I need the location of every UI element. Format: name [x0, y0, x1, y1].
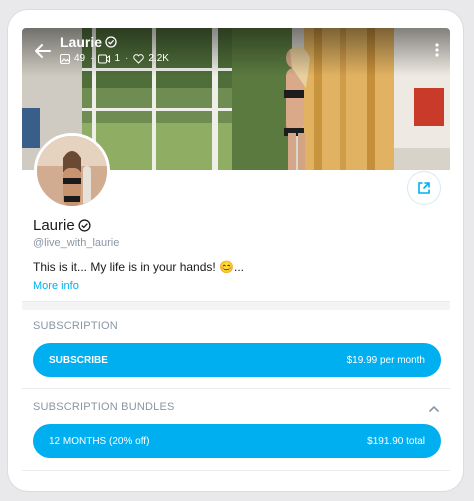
bundle-button[interactable]: 12 MONTHS (20% off) $191.90 total — [33, 424, 441, 458]
more-options-button[interactable] — [430, 40, 444, 60]
more-info-link[interactable]: More info — [33, 280, 79, 292]
video-icon — [98, 54, 111, 63]
likes-count: 2.2K — [148, 53, 169, 64]
photos-stat: 49 — [60, 53, 85, 64]
back-button[interactable] — [32, 40, 54, 62]
section-divider — [22, 470, 450, 471]
stat-separator: · — [90, 53, 94, 64]
profile-bio: This is it... My life is in your hands! … — [33, 260, 245, 274]
subscribe-label: SUBSCRIBE — [49, 354, 108, 366]
photos-count: 49 — [74, 53, 86, 64]
section-divider — [22, 388, 450, 389]
subscription-title: SUBSCRIPTION — [33, 320, 118, 332]
stat-separator: · — [125, 53, 129, 64]
profile-name-text: Laurie — [33, 217, 75, 234]
bundle-price: $191.90 total — [367, 435, 425, 447]
avatar[interactable] — [34, 133, 110, 209]
verified-icon — [78, 219, 91, 232]
chevron-up-icon — [429, 405, 439, 412]
heart-icon — [133, 53, 145, 64]
profile-name: Laurie — [33, 217, 91, 234]
subscribe-button[interactable]: SUBSCRIBE $19.99 per month — [33, 343, 441, 377]
more-vertical-icon — [435, 43, 439, 57]
profile-card: Laurie 49 · 1 · 2.2K Laurie @live_with_l… — [8, 10, 463, 491]
cover-name-text: Laurie — [60, 34, 103, 50]
cover-stats: 49 · 1 · 2.2K — [60, 53, 169, 64]
videos-count: 1 — [114, 53, 121, 64]
bundles-title: SUBSCRIPTION BUNDLES — [33, 401, 175, 413]
image-icon — [60, 53, 70, 64]
arrow-left-icon — [35, 44, 51, 58]
cover-title: Laurie — [60, 34, 117, 50]
avatar-photo — [37, 136, 107, 206]
bundles-collapse-toggle[interactable] — [428, 402, 440, 414]
videos-stat: 1 — [98, 53, 120, 64]
share-button[interactable] — [407, 171, 441, 205]
subscribe-price: $19.99 per month — [346, 354, 425, 366]
likes-stat: 2.2K — [133, 53, 169, 64]
share-icon — [418, 182, 430, 194]
verified-icon — [105, 36, 117, 48]
profile-handle: @live_with_laurie — [33, 237, 120, 249]
section-divider — [22, 301, 450, 310]
bundle-label: 12 MONTHS (20% off) — [49, 435, 150, 447]
